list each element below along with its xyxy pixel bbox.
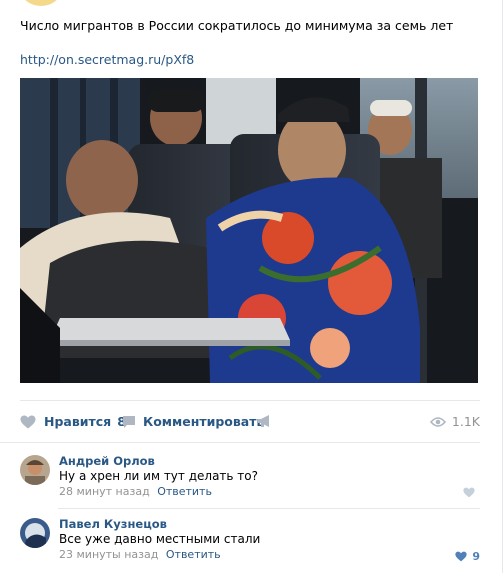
comment-meta: 23 минуты назад Ответить (59, 548, 221, 561)
group-avatar[interactable] (20, 0, 62, 6)
comment-like-count: 9 (472, 550, 480, 563)
comment-time[interactable]: 28 минут назад (59, 485, 150, 498)
avatar[interactable] (20, 518, 50, 548)
comment-author[interactable]: Павел Кузнецов (59, 517, 167, 531)
comment-text: Все уже давно местными стали (59, 532, 261, 546)
comment-button[interactable]: Комментировать (122, 414, 264, 429)
user-photo-icon (20, 518, 50, 548)
reply-button[interactable]: Ответить (157, 485, 212, 498)
share-button[interactable] (257, 414, 273, 428)
post-text: Число мигрантов в России сократилось до … (20, 18, 454, 33)
comment-icon (123, 415, 135, 428)
post-photo[interactable] (20, 78, 478, 383)
comment-author[interactable]: Андрей Орлов (59, 454, 155, 468)
comment-label: Комментировать (143, 414, 265, 429)
comment-item: Павел Кузнецов Все уже давно местными ст… (20, 517, 480, 573)
views-count: 1.1K (451, 414, 480, 429)
bus-passengers-photo (20, 78, 478, 383)
comment-time[interactable]: 23 минуты назад (59, 548, 158, 561)
heart-icon (20, 415, 36, 428)
comment-meta: 28 минут назад Ответить (59, 485, 212, 498)
post-actions: Нравится 8 Комментировать 1.1K (20, 400, 480, 442)
comment-like-button[interactable]: 9 (455, 550, 480, 563)
comment-text: Ну а хрен ли им тут делать то? (59, 469, 258, 483)
like-button[interactable]: Нравится 8 (20, 414, 126, 429)
views-counter: 1.1K (429, 414, 480, 429)
heart-icon (463, 487, 475, 498)
comment-like-button[interactable] (463, 487, 480, 498)
avatar[interactable] (20, 455, 50, 485)
post-link[interactable]: http://on.secretmag.ru/pXf8 (20, 52, 194, 67)
eye-icon (429, 416, 446, 427)
megaphone-icon (258, 415, 269, 427)
heart-icon (455, 551, 467, 562)
like-label: Нравится (44, 414, 112, 429)
comments-divider (0, 442, 480, 443)
comment-item: Андрей Орлов Ну а хрен ли им тут делать … (20, 454, 480, 515)
comment-divider (58, 508, 480, 509)
post-page: Число мигрантов в России сократилось до … (0, 0, 503, 573)
reply-button[interactable]: Ответить (166, 548, 221, 561)
user-photo-icon (20, 455, 50, 485)
